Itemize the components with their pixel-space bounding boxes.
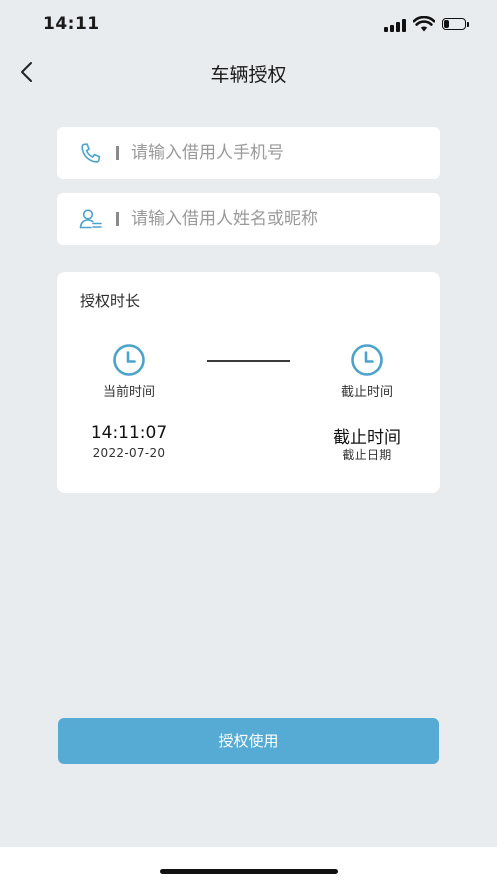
navigation-bar: 车辆授权 xyxy=(0,52,497,92)
phone-input-card[interactable] xyxy=(57,127,440,179)
home-indicator-area xyxy=(0,847,497,883)
page-title: 车辆授权 xyxy=(210,64,287,86)
auth-duration-card: 授权时长 当前时间 截止时间 14:11:07 2022-07-20 截止时间 … xyxy=(57,272,440,493)
start-time-value: 14:11:07 xyxy=(90,423,168,443)
battery-level-fill xyxy=(444,20,449,28)
duration-connector-line xyxy=(207,360,290,362)
end-time-picker[interactable]: 截止时间 xyxy=(297,423,437,448)
end-clock-icon[interactable] xyxy=(349,342,385,378)
phone-icon xyxy=(81,143,101,163)
user-list-icon xyxy=(79,209,102,229)
battery-icon xyxy=(442,18,470,32)
status-time: 14:11 xyxy=(43,14,100,34)
signal-icon xyxy=(384,18,406,32)
end-date-picker[interactable]: 截止日期 xyxy=(297,446,437,463)
start-clock-icon xyxy=(113,344,145,376)
status-bar: 14:11 xyxy=(0,0,497,48)
input-cursor-divider xyxy=(116,212,119,226)
home-indicator[interactable] xyxy=(160,869,338,874)
start-time-label: 当前时间 xyxy=(102,385,155,400)
authorize-button[interactable]: 授权使用 xyxy=(58,718,439,764)
input-cursor-divider xyxy=(116,146,119,160)
phone-number-input[interactable] xyxy=(131,137,426,169)
start-date-value: 2022-07-20 xyxy=(92,446,166,460)
end-time-label: 截止时间 xyxy=(340,385,393,400)
name-input-card[interactable] xyxy=(57,193,440,245)
auth-duration-title: 授权时长 xyxy=(80,292,141,310)
wifi-icon xyxy=(413,16,435,32)
borrower-name-input[interactable] xyxy=(131,203,426,235)
